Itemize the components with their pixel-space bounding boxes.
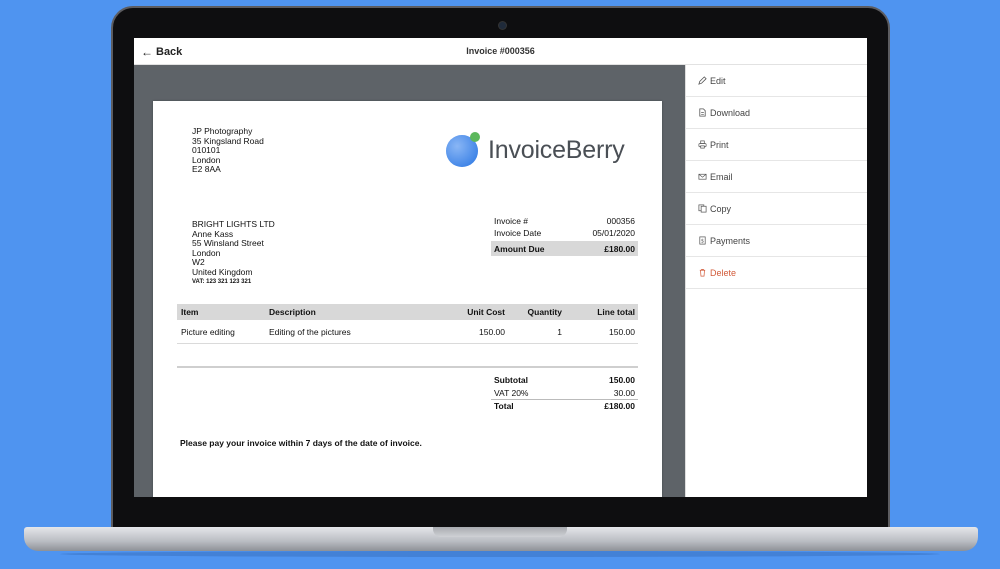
table-header: Item Description Unit Cost Quantity Line…	[177, 304, 638, 320]
top-bar: ← Back Invoice #000356	[134, 38, 867, 65]
app-screen: ← Back Invoice #000356 JP Photography 35…	[134, 38, 867, 497]
invoice-meta: Invoice # 000356 Invoice Date 05/01/2020…	[491, 215, 638, 256]
trash-icon	[699, 268, 706, 277]
dollar-document-icon: $	[699, 236, 706, 245]
payments-label: Payments	[710, 235, 751, 246]
logo-text: InvoiceBerry	[488, 136, 625, 164]
invoice-date-label: Invoice Date	[494, 228, 542, 238]
column-quantity: Quantity	[527, 307, 562, 317]
amount-due-label: Amount Due	[494, 243, 545, 254]
envelope-icon	[698, 173, 707, 180]
invoice-number-row: Invoice # 000356	[491, 215, 638, 227]
invoice-document: JP Photography 35 Kingsland Road 010101 …	[153, 101, 662, 497]
laptop-shadow	[60, 551, 940, 557]
berry-logo-icon	[446, 132, 480, 167]
vat-row: VAT 20% 30.00	[491, 387, 638, 400]
cell-quantity: 1	[557, 326, 562, 337]
invoice-preview: JP Photography 35 Kingsland Road 010101 …	[134, 65, 685, 497]
actions-sidebar: Edit Download Print Email Copy $ Payment…	[685, 65, 867, 497]
invoice-number-value: 000356	[606, 216, 635, 226]
delete-button[interactable]: Delete	[686, 257, 867, 289]
sender-postcode: E2 8AA	[192, 164, 221, 175]
column-description: Description	[269, 307, 316, 317]
vat-value: 30.00	[613, 387, 635, 398]
printer-icon	[698, 140, 707, 149]
client-address: BRIGHT LIGHTS LTD Anne Kass 55 Winsland …	[192, 219, 275, 287]
page-title: Invoice #000356	[466, 46, 535, 56]
total-value: £180.00	[604, 400, 635, 411]
invoice-date-value: 05/01/2020	[592, 228, 635, 238]
subtotal-label: Subtotal	[494, 375, 528, 386]
table-row: Picture editing Editing of the pictures …	[177, 320, 638, 344]
copy-icon	[698, 204, 707, 213]
totals-block: Subtotal 150.00 VAT 20% 30.00 Total £180…	[491, 374, 638, 412]
svg-text:$: $	[701, 239, 704, 245]
client-country: United Kingdom	[192, 266, 253, 277]
sender-address: JP Photography 35 Kingsland Road 010101 …	[192, 126, 264, 175]
total-label: Total	[494, 400, 514, 411]
vat-label: VAT 20%	[494, 387, 529, 398]
delete-label: Delete	[710, 267, 737, 278]
amount-due-value: £180.00	[604, 243, 635, 254]
column-line-total: Line total	[597, 307, 635, 317]
invoice-date-row: Invoice Date 05/01/2020	[491, 227, 638, 239]
copy-label: Copy	[710, 203, 732, 214]
cell-item: Picture editing	[181, 326, 235, 337]
invoiceberry-logo: InvoiceBerry	[445, 129, 640, 169]
copy-button[interactable]: Copy	[686, 193, 867, 225]
edit-button[interactable]: Edit	[686, 65, 867, 97]
cell-unit-cost: 150.00	[479, 326, 505, 337]
payments-button[interactable]: $ Payments	[686, 225, 867, 257]
email-button[interactable]: Email	[686, 161, 867, 193]
client-vat: VAT: 123 321 123 321	[192, 278, 252, 285]
laptop-notch	[433, 527, 567, 537]
download-button[interactable]: Download	[686, 97, 867, 129]
document-icon	[699, 108, 706, 117]
subtotal-row: Subtotal 150.00	[491, 374, 638, 387]
download-label: Download	[710, 107, 751, 118]
payment-note: Please pay your invoice within 7 days of…	[180, 438, 422, 448]
amount-due-row: Amount Due £180.00	[491, 241, 638, 256]
subtotal-value: 150.00	[609, 375, 635, 386]
cell-line-total: 150.00	[609, 326, 635, 337]
invoice-number-label: Invoice #	[494, 216, 529, 226]
edit-label: Edit	[710, 75, 726, 86]
column-unit-cost: Unit Cost	[467, 307, 505, 317]
print-button[interactable]: Print	[686, 129, 867, 161]
total-row: Total £180.00	[491, 399, 638, 412]
line-items-table: Item Description Unit Cost Quantity Line…	[177, 304, 638, 344]
pencil-icon	[698, 76, 707, 85]
column-item: Item	[181, 307, 199, 317]
print-label: Print	[710, 139, 729, 150]
email-label: Email	[710, 171, 733, 182]
divider	[177, 366, 638, 368]
cell-description: Editing of the pictures	[269, 326, 351, 337]
webcam	[499, 22, 506, 29]
